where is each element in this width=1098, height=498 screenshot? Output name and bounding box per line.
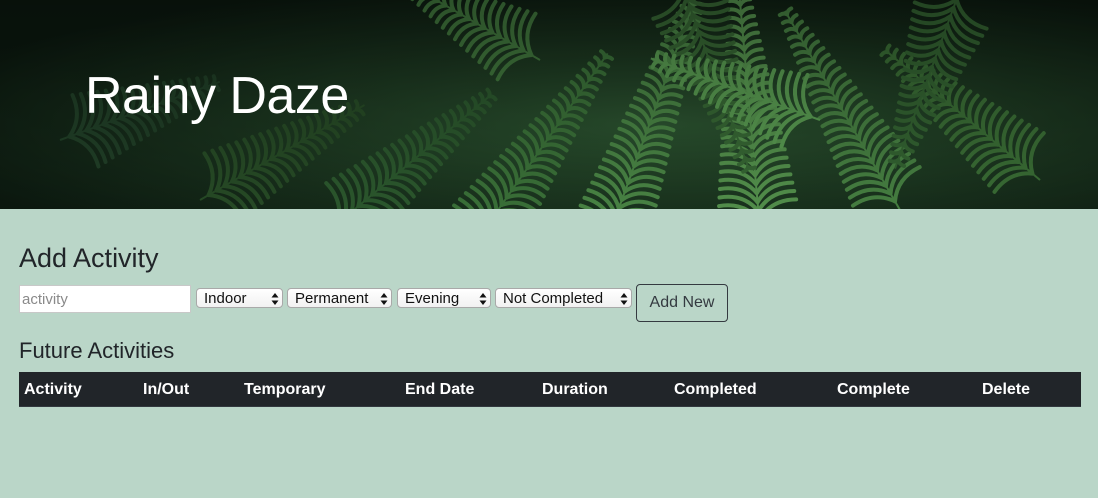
- location-select[interactable]: Indoor: [196, 288, 283, 308]
- permanence-select-value: Permanent: [295, 290, 369, 307]
- status-select-value: Not Completed: [503, 290, 604, 307]
- column-header-activity: Activity: [24, 381, 82, 398]
- column-header-complete: Complete: [837, 381, 910, 398]
- activity-input[interactable]: [19, 285, 191, 313]
- add-activity-heading: Add Activity: [19, 243, 159, 273]
- time-select[interactable]: Evening: [397, 288, 491, 308]
- location-select-value: Indoor: [204, 290, 247, 307]
- select-arrows-icon: [620, 293, 628, 305]
- column-header-duration: Duration: [542, 381, 608, 398]
- column-header-delete: Delete: [982, 381, 1031, 398]
- select-arrows-icon: [271, 293, 279, 305]
- permanence-select[interactable]: Permanent: [287, 288, 392, 308]
- main-content: Add Activity Indoor Permanent Evening No…: [0, 209, 1098, 498]
- time-select-value: Evening: [405, 290, 460, 307]
- activities-table-header: Activity In/Out Temporary End Date Durat…: [19, 372, 1081, 407]
- page-title: Rainy Daze: [85, 67, 349, 125]
- column-header-in-out: In/Out: [143, 381, 190, 398]
- future-activities-heading: Future Activities: [19, 338, 175, 363]
- status-select[interactable]: Not Completed: [495, 288, 632, 308]
- select-arrows-icon: [380, 293, 388, 305]
- header-banner: Rainy Daze: [0, 0, 1098, 209]
- select-arrows-icon: [479, 293, 487, 305]
- add-new-button[interactable]: Add New: [636, 284, 728, 322]
- column-header-completed: Completed: [674, 381, 757, 398]
- column-header-temporary: Temporary: [244, 381, 326, 398]
- column-header-end-date: End Date: [405, 381, 475, 398]
